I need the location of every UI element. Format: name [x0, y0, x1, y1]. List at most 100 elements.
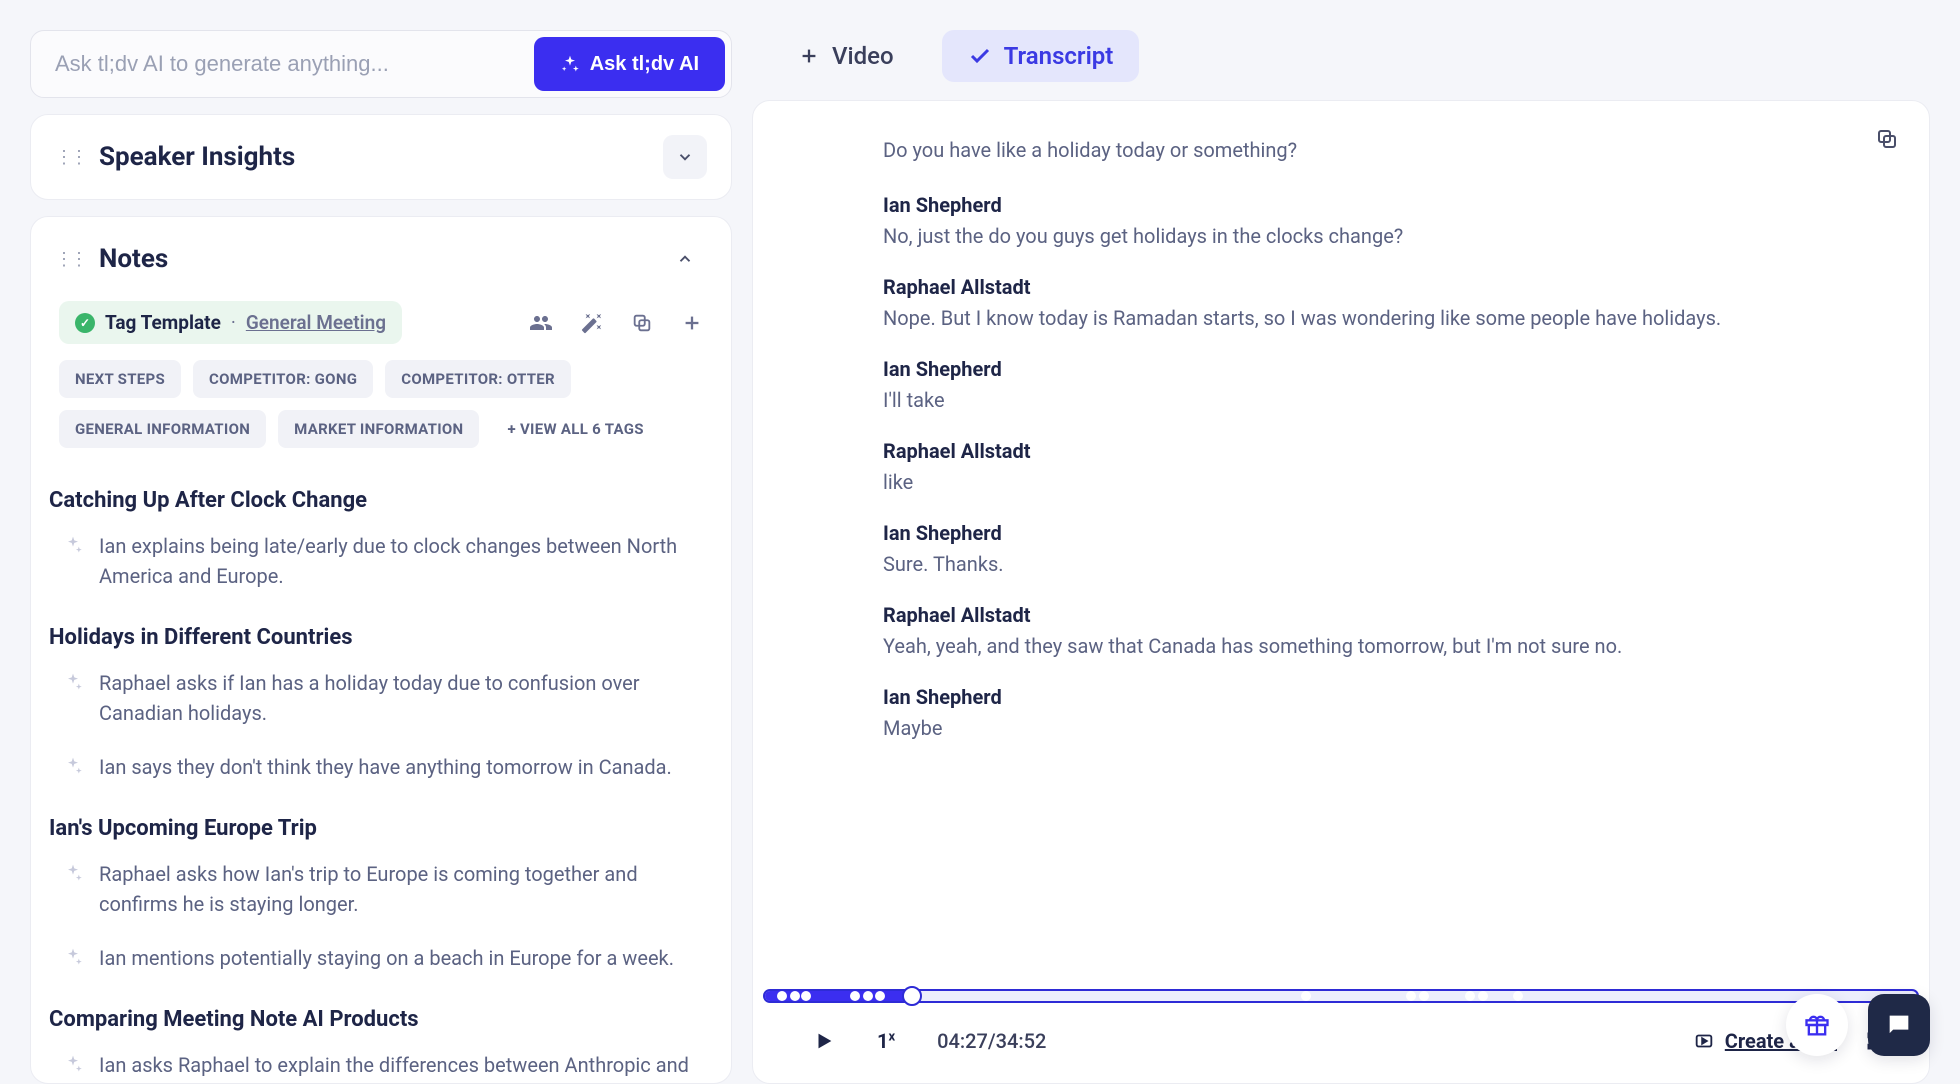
speaker-insights-panel: ⋮⋮ Speaker Insights [30, 114, 732, 200]
chat-fab[interactable] [1868, 994, 1930, 1056]
speaker-name: Ian Shepherd [883, 193, 1799, 217]
transcript-utterance[interactable]: Raphael Allstadt Yeah, yeah, and they saw… [883, 603, 1799, 661]
transcript-text: Maybe [883, 713, 1799, 743]
ask-ai-button[interactable]: Ask tl;dv AI [534, 37, 725, 91]
note-bullet[interactable]: Raphael asks how Ian's trip to Europe is… [49, 851, 713, 935]
timeline-marker[interactable] [1301, 991, 1311, 1001]
sparkle-icon [63, 1054, 83, 1083]
speaker-insights-title: Speaker Insights [99, 142, 649, 172]
notes-content[interactable]: Catching Up After Clock Change Ian explai… [31, 470, 731, 1083]
transcript-text: I'll take [883, 385, 1799, 415]
note-section-title: Comparing Meeting Note AI Products [49, 1007, 713, 1032]
note-section-title: Catching Up After Clock Change [49, 488, 713, 513]
timeline-marker[interactable] [850, 991, 860, 1001]
gift-fab[interactable] [1786, 994, 1848, 1056]
ask-input[interactable] [37, 51, 534, 77]
timeline-playhead[interactable] [902, 986, 922, 1006]
transcript-text: Sure. Thanks. [883, 549, 1799, 579]
timeline-marker[interactable] [790, 991, 800, 1001]
plus-icon[interactable] [681, 311, 703, 335]
play-button[interactable] [813, 1030, 835, 1052]
copy-icon[interactable] [631, 311, 653, 335]
note-section-title: Ian's Upcoming Europe Trip [49, 816, 713, 841]
timeline-marker[interactable] [875, 991, 885, 1001]
tag-template-row: ✓ Tag Template · General Meeting [59, 301, 703, 344]
note-bullet[interactable]: Ian says they don't think they have anyt… [49, 744, 713, 798]
transcript-text: No, just the do you guys get holidays in… [883, 221, 1799, 251]
note-bullet-text: Ian asks Raphael to explain the differen… [99, 1050, 713, 1083]
collapse-notes-button[interactable] [663, 237, 707, 281]
sparkle-icon [63, 863, 83, 919]
transcript-body[interactable]: Do you have like a holiday today or some… [753, 101, 1929, 989]
playback-speed[interactable]: 1x [877, 1029, 895, 1053]
note-bullet-text: Raphael asks if Ian has a holiday today … [99, 668, 713, 728]
plus-icon [798, 45, 820, 67]
tag-chip[interactable]: GENERAL INFORMATION [59, 410, 266, 448]
sparkle-icon [63, 672, 83, 728]
playback-timeline[interactable] [763, 989, 1919, 1003]
note-bullet[interactable]: Ian asks Raphael to explain the differen… [49, 1042, 713, 1083]
sparkle-icon [63, 756, 83, 782]
note-bullet[interactable]: Ian explains being late/early due to clo… [49, 523, 713, 607]
speaker-name: Raphael Allstadt [883, 439, 1799, 463]
timeline-marker[interactable] [863, 991, 873, 1001]
transcript-utterance[interactable]: Raphael Allstadt like [883, 439, 1799, 497]
timeline-marker[interactable] [1513, 991, 1523, 1001]
copy-transcript-icon[interactable] [1875, 127, 1899, 151]
sparkle-icon [63, 535, 83, 591]
sparkle-icon [560, 54, 580, 74]
tag-chip[interactable]: COMPETITOR: OTTER [385, 360, 571, 398]
transcript-utterance[interactable]: Ian Shepherd Sure. Thanks. [883, 521, 1799, 579]
note-bullet-text: Ian explains being late/early due to clo… [99, 531, 713, 591]
tags-row: NEXT STEPS COMPETITOR: GONG COMPETITOR: OT… [59, 360, 703, 448]
transcript-utterance[interactable]: Ian Shepherd No, just the do you guys get… [883, 193, 1799, 251]
note-bullet[interactable]: Raphael asks if Ian has a holiday today … [49, 660, 713, 744]
time-display: 04:27/34:52 [937, 1029, 1046, 1053]
sparkle-icon [63, 947, 83, 973]
timeline-marker[interactable] [1478, 991, 1488, 1001]
transcript-line[interactable]: Do you have like a holiday today or some… [883, 135, 1799, 165]
timeline-marker[interactable] [801, 991, 811, 1001]
note-bullet-text: Ian mentions potentially staying on a be… [99, 943, 674, 973]
check-icon: ✓ [75, 313, 95, 333]
tag-chip[interactable]: NEXT STEPS [59, 360, 181, 398]
player-controls: 1x 04:27/34:52 Create a clip [753, 1003, 1929, 1083]
timeline-marker[interactable] [1406, 991, 1416, 1001]
transcript-utterance[interactable]: Raphael Allstadt Nope. But I know today i… [883, 275, 1799, 333]
transcript-utterance[interactable]: Ian Shepherd Maybe [883, 685, 1799, 743]
tag-chip[interactable]: COMPETITOR: GONG [193, 360, 373, 398]
ask-bar: Ask tl;dv AI [30, 30, 732, 98]
speaker-name: Raphael Allstadt [883, 275, 1799, 299]
speaker-name: Raphael Allstadt [883, 603, 1799, 627]
tab-transcript[interactable]: Transcript [942, 30, 1140, 82]
tag-template-chip[interactable]: ✓ Tag Template · General Meeting [59, 301, 402, 344]
tag-template-link[interactable]: General Meeting [246, 311, 386, 334]
tab-video[interactable]: Video [772, 30, 920, 82]
speaker-name: Ian Shepherd [883, 685, 1799, 709]
timeline-marker[interactable] [777, 991, 787, 1001]
notes-title: Notes [99, 244, 649, 274]
transcript-panel: Do you have like a holiday today or some… [752, 100, 1930, 1084]
transcript-text: Yeah, yeah, and they saw that Canada has… [883, 631, 1799, 661]
speaker-name: Ian Shepherd [883, 521, 1799, 545]
check-icon [968, 44, 992, 68]
tag-chip[interactable]: MARKET INFORMATION [278, 410, 479, 448]
drag-handle-icon[interactable]: ⋮⋮ [55, 147, 85, 168]
transcript-utterance[interactable]: Ian Shepherd I'll take [883, 357, 1799, 415]
transcript-text: Nope. But I know today is Ramadan starts… [883, 303, 1799, 333]
timeline-marker[interactable] [1465, 991, 1475, 1001]
people-icon[interactable] [529, 311, 553, 335]
notes-panel: ⋮⋮ Notes ✓ Tag Template · General Meetin… [30, 216, 732, 1084]
note-section-title: Holidays in Different Countries [49, 625, 713, 650]
view-all-tags[interactable]: + VIEW ALL 6 TAGS [491, 410, 659, 448]
note-bullet-text: Raphael asks how Ian's trip to Europe is… [99, 859, 713, 919]
note-bullet[interactable]: Ian mentions potentially staying on a be… [49, 935, 713, 989]
magic-wand-icon[interactable] [581, 311, 603, 335]
tabs: Video Transcript [752, 30, 1930, 100]
drag-handle-icon[interactable]: ⋮⋮ [55, 249, 85, 270]
speaker-name: Ian Shepherd [883, 357, 1799, 381]
transcript-text: like [883, 467, 1799, 497]
expand-speaker-insights-button[interactable] [663, 135, 707, 179]
timeline-marker[interactable] [1419, 991, 1429, 1001]
note-bullet-text: Ian says they don't think they have anyt… [99, 752, 672, 782]
